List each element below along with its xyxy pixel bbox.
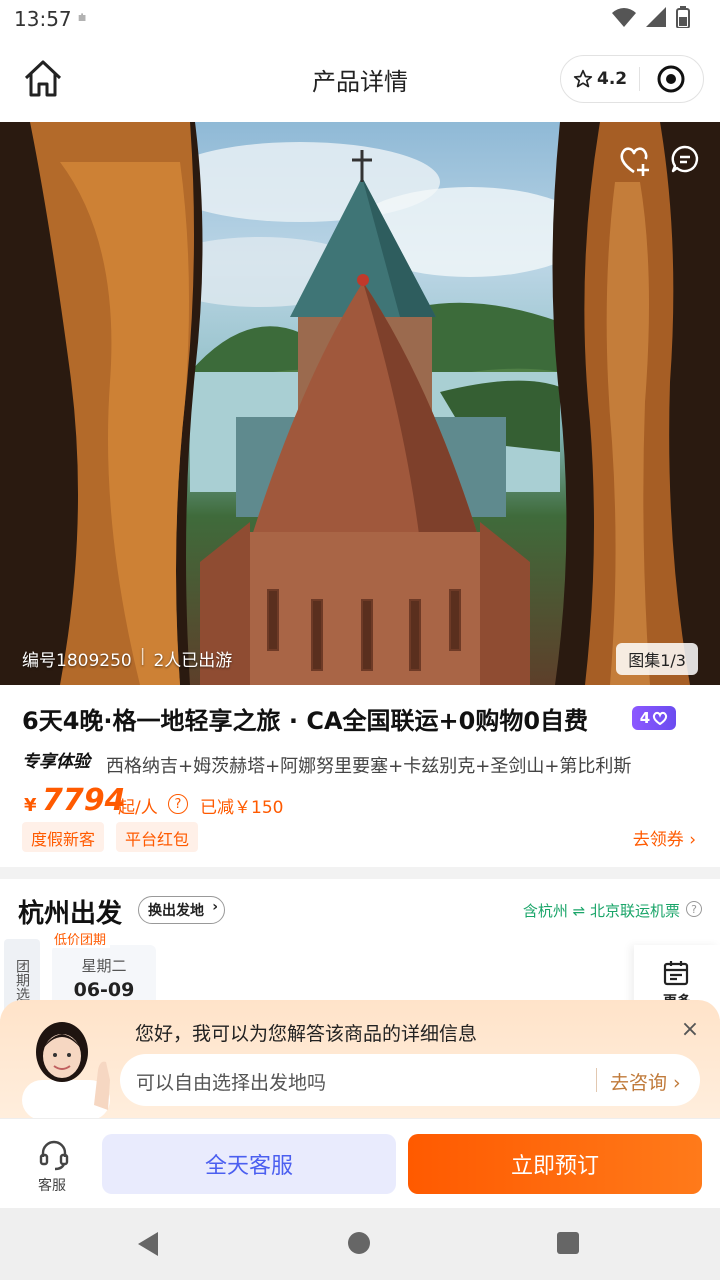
discount-text: 已减￥150 (200, 798, 284, 818)
price-value: 7794 (42, 783, 126, 818)
travelers-count: 2人已出游 (153, 651, 233, 671)
price-help-icon[interactable]: ? (168, 794, 188, 814)
battery-icon (676, 6, 690, 28)
comment-icon[interactable] (670, 144, 700, 174)
box-divider (596, 1068, 597, 1092)
price-currency: ¥ (24, 795, 37, 816)
product-number: 编号1809250 (22, 651, 132, 671)
date-weekday: 星期二 (81, 957, 127, 975)
gallery-counter[interactable]: 图集1/3 (616, 643, 698, 675)
status-time: 13:57 (14, 7, 72, 31)
code-divider: | (139, 646, 146, 666)
rating-button[interactable]: 4.2 (561, 69, 639, 89)
help-icon[interactable]: ? (686, 901, 702, 917)
product-code: 编号1809250 | 2人已出游 (22, 646, 232, 671)
close-target-icon[interactable] (656, 64, 686, 94)
product-info-card: 6天4晚·格一地轻享之旅 · CA全国联运+0购物0自费 4 专享体验 西格纳吉… (0, 685, 720, 867)
date-day: 06-09 (73, 979, 135, 1001)
assistant-popup: 您好，我可以为您解答该商品的详细信息 × 可以自由选择出发地吗 去咨询 › (0, 1000, 720, 1118)
product-hero-image[interactable]: 编号1809250 | 2人已出游 图集1/3 (0, 122, 720, 685)
departure-city: 杭州出发 (18, 899, 123, 929)
bottom-action-bar: 客服 全天客服 立即预订 (0, 1118, 720, 1208)
book-now-button[interactable]: 立即预订 (408, 1134, 702, 1194)
coupon-red-packet[interactable]: 平台红包 (116, 822, 199, 852)
signal-icon (646, 7, 666, 27)
departure-section: 杭州出发 换出发地 › 含杭州 ⇌ 北京联运机票 ? 团期选 星期二 06-09… (0, 879, 720, 1019)
rating-value: 4.2 (597, 69, 628, 89)
chevron-right-icon: › (212, 899, 218, 915)
customer-service-icon[interactable] (38, 1139, 70, 1171)
status-icons (612, 6, 690, 28)
coupon-new-customer[interactable]: 度假新客 (22, 822, 105, 852)
product-title: 6天4晚·格一地轻享之旅 · CA全国联运+0购物0自费 (22, 707, 589, 735)
status-indicator: ⩧ (78, 10, 87, 26)
assistant-question-box[interactable]: 可以自由选择出发地吗 去咨询 › (120, 1054, 700, 1106)
heart-icon (653, 711, 668, 725)
status-bar: 13:57 ⩧ (0, 0, 720, 38)
assistant-avatar (22, 1022, 110, 1118)
flight-info: 含杭州 ⇌ 北京联运机票 (522, 902, 680, 920)
wifi-icon (612, 8, 636, 27)
favorite-add-icon[interactable] (618, 144, 652, 178)
close-icon[interactable]: × (680, 1019, 700, 1041)
price-unit: 起/人 (118, 798, 158, 818)
capsule-divider (639, 67, 640, 91)
system-nav-bar (0, 1208, 720, 1280)
get-coupon-link[interactable]: 去领券 › (633, 825, 696, 850)
change-departure-button[interactable]: 换出发地 › (138, 896, 225, 924)
low-price-tag: 低价团期 (50, 929, 111, 948)
experience-tag: 专享体验 (22, 752, 90, 772)
nav-bar: 产品详情 4.2 (0, 38, 720, 122)
route-description: 西格纳吉+姆茨赫塔+阿娜努里要塞+卡兹别克+圣剑山+第比利斯 (106, 756, 632, 777)
customer-service-label[interactable]: 客服 (38, 1175, 66, 1195)
calendar-icon (663, 961, 689, 986)
change-departure-label: 换出发地 (148, 903, 204, 919)
back-icon[interactable] (138, 1232, 160, 1256)
all-day-service-button[interactable]: 全天客服 (102, 1134, 396, 1194)
level-number: 4 (639, 709, 651, 727)
star-icon (573, 69, 593, 88)
mini-program-capsule: 4.2 (560, 55, 704, 103)
recent-apps-icon[interactable] (557, 1232, 579, 1254)
suggested-question[interactable]: 可以自由选择出发地吗 (136, 1068, 326, 1095)
consult-button[interactable]: 去咨询 › (610, 1068, 681, 1095)
church-illustration (0, 122, 720, 685)
assistant-greeting: 您好，我可以为您解答该商品的详细信息 (135, 1023, 478, 1045)
level-badge: 4 (632, 706, 676, 730)
home-nav-icon[interactable] (348, 1232, 370, 1254)
